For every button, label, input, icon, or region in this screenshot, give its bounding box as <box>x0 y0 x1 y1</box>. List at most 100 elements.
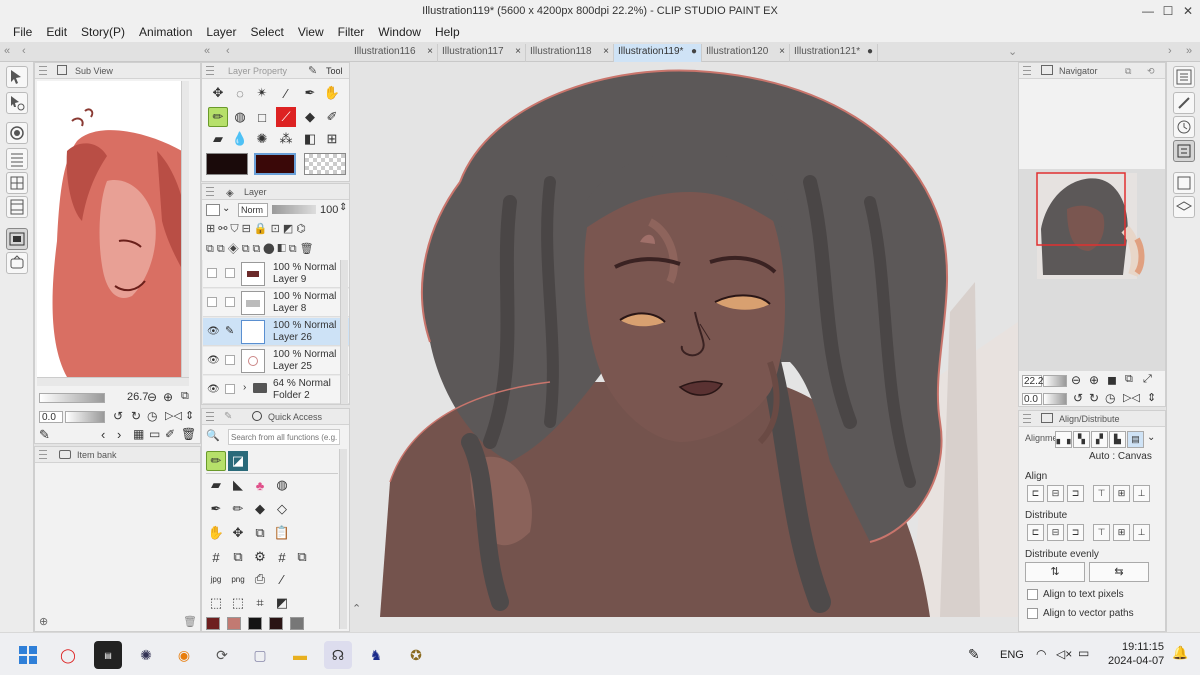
align-top-icon[interactable]: ⊤ <box>1093 485 1110 502</box>
medal-app-icon[interactable]: ✪ <box>402 641 430 669</box>
reset-rotation-icon[interactable]: ◷ <box>147 409 157 423</box>
magic-wand-icon[interactable]: ✴ <box>252 83 272 103</box>
duplicate-layer-icon[interactable]: ⧉ <box>228 547 248 567</box>
fill-tool-icon[interactable]: 💧 <box>230 129 250 149</box>
unsaved-dot-icon[interactable]: ● <box>691 44 697 60</box>
transform-icon[interactable]: ⬚ <box>206 593 226 613</box>
color-swatch-5[interactable] <box>290 617 304 630</box>
eyedropper-icon[interactable]: ✎ <box>39 427 50 443</box>
tab-illustration118[interactable]: Illustration118 × <box>526 44 614 62</box>
close-icon[interactable]: ✕ <box>1180 0 1196 22</box>
align-bottom-icon[interactable]: ⊥ <box>1133 485 1150 502</box>
layer-stack-icon-2[interactable] <box>1173 196 1195 218</box>
mesh-transform-icon[interactable]: ⌗ <box>250 593 270 613</box>
notification-icon[interactable]: 🔔 <box>1172 645 1188 661</box>
eraser-tool-icon[interactable]: ◆ <box>300 107 320 127</box>
zoom-in-icon[interactable]: ⊕ <box>163 390 173 404</box>
unsaved-dot-icon[interactable]: ● <box>867 44 873 60</box>
tab-illustration116[interactable]: Illustration116 × <box>350 44 438 62</box>
gradient-tool-icon[interactable]: ◧ <box>300 129 320 149</box>
grid-shortcut-icon[interactable]: # <box>206 547 226 567</box>
color-swatch-4[interactable] <box>269 617 283 630</box>
window-app-icon[interactable]: ▢ <box>246 641 274 669</box>
chevron-down-icon[interactable]: ⌄ <box>1147 432 1155 443</box>
navigator-preview[interactable] <box>1019 169 1165 281</box>
menu-filter[interactable]: Filter <box>338 25 365 39</box>
collapse-left-icon[interactable]: « <box>4 45 10 57</box>
pencil-shortcut-icon[interactable]: ✏ <box>228 499 248 519</box>
transparent-color-swatch[interactable] <box>304 153 346 175</box>
canvas-view-icon[interactable] <box>6 228 28 250</box>
opacity-slider[interactable] <box>272 205 316 214</box>
sub-view-zoom-slider[interactable] <box>39 393 105 403</box>
menu-window[interactable]: Window <box>378 25 421 39</box>
layer-row-layer-9[interactable]: 100 % Normal Layer 9 <box>203 260 349 288</box>
line-tool-icon[interactable]: ∕ <box>272 569 292 589</box>
record-icon[interactable] <box>6 122 28 144</box>
distribute-top-icon[interactable]: ⊤ <box>1093 524 1110 541</box>
expand-folder-icon[interactable]: › <box>243 382 246 393</box>
tab-tool[interactable]: Tool <box>326 63 343 79</box>
layer-lock-row[interactable]: ⊞⚯⛉⊟🔒⊡◩⌬ <box>206 222 309 236</box>
tab-illustration121[interactable]: Illustration121* ● <box>790 44 878 62</box>
rotate-right-icon[interactable]: ↻ <box>1089 391 1099 405</box>
flip-vertical-icon[interactable]: ⇕ <box>185 409 194 422</box>
film-icon[interactable] <box>6 196 28 218</box>
align-mode-2-icon[interactable]: ▚ <box>1073 431 1090 448</box>
decoration-tool-icon[interactable]: ⁂ <box>276 129 296 149</box>
color-swatch-2[interactable] <box>227 617 241 630</box>
zoom-out-icon[interactable]: ⊖ <box>147 390 157 404</box>
clip-studio-icon[interactable]: ⟳ <box>208 641 236 669</box>
subview-tab-icon[interactable]: ⧉ <box>1125 63 1131 79</box>
grid-icon[interactable] <box>6 172 28 194</box>
pen-shortcut-icon[interactable]: ✒ <box>206 499 226 519</box>
search-input[interactable] <box>228 429 340 445</box>
list-icon[interactable] <box>6 148 28 170</box>
eraser-shortcut-icon[interactable]: ◆ <box>250 499 270 519</box>
align-text-pixels-checkbox[interactable] <box>1027 589 1038 600</box>
flip-horizontal-icon[interactable]: ▷◁ <box>1123 391 1140 404</box>
sub-view-hscroll[interactable] <box>37 377 189 386</box>
g-pen-shortcut-icon[interactable]: ✏ <box>206 451 226 471</box>
fit-window-icon[interactable]: ⧉ <box>1125 373 1133 386</box>
blend-shortcut-icon[interactable]: ◣ <box>228 475 248 495</box>
maximize-icon[interactable]: ☐ <box>1160 0 1176 22</box>
sub-view-rotation-slider[interactable] <box>65 411 105 423</box>
collapse-left-icon-2[interactable]: « <box>204 45 210 57</box>
eye-icon[interactable]: 👁 <box>207 384 220 395</box>
blend-mode-select[interactable]: Norm <box>238 203 268 217</box>
layer-move-icon[interactable] <box>6 92 28 114</box>
align-panel-icon[interactable] <box>1173 140 1195 162</box>
delete-item-icon[interactable]: 🗑 <box>183 615 197 628</box>
menu-edit[interactable]: Edit <box>46 25 67 39</box>
export-png-icon[interactable]: png <box>228 569 248 589</box>
search-layer-icon[interactable] <box>1173 172 1195 194</box>
visibility-toggle[interactable] <box>207 297 217 307</box>
previous-image-icon[interactable]: ‹ <box>101 427 105 442</box>
chevron-left-icon[interactable]: ‹ <box>22 45 26 57</box>
grid2-shortcut-icon[interactable]: # <box>272 547 292 567</box>
reset-rotation-icon[interactable]: ◷ <box>1105 391 1115 405</box>
layer-row-layer-8[interactable]: 100 % Normal Layer 8 <box>203 289 349 317</box>
layer-row-layer-25[interactable]: 👁 100 % Normal Layer 25 <box>203 347 349 375</box>
sub-color-swatch[interactable] <box>254 153 296 175</box>
illustration-canvas[interactable] <box>350 62 1018 617</box>
chevron-left-icon-2[interactable]: ‹ <box>226 45 230 57</box>
chevron-down-icon[interactable]: ⌄ <box>222 203 230 214</box>
g-pen-tool-icon[interactable]: ✏ <box>208 107 228 127</box>
blender-icon[interactable]: ◉ <box>170 641 198 669</box>
next-image-icon[interactable]: › <box>117 427 121 442</box>
menu-select[interactable]: Select <box>250 25 283 39</box>
sub-view-image[interactable] <box>37 81 189 377</box>
quick-access-scrollbar[interactable] <box>339 449 347 629</box>
language-indicator[interactable]: ENG <box>1000 649 1024 661</box>
lasso-tool-icon[interactable]: ◌ <box>230 83 250 103</box>
crop-icon[interactable]: ⬚ <box>228 593 248 613</box>
align-mode-3-icon[interactable]: ▞ <box>1091 431 1108 448</box>
add-item-icon[interactable]: ⊕ <box>39 615 48 628</box>
color-swatch-3[interactable] <box>248 617 262 630</box>
copy-shortcut-icon[interactable]: ⧉ <box>250 523 270 543</box>
visibility-toggle[interactable] <box>207 268 217 278</box>
sub-view-rotation-field[interactable]: 0.0 <box>39 411 63 423</box>
layer-row-folder-2[interactable]: 👁 › 64 % Normal Folder 2 <box>203 376 349 404</box>
